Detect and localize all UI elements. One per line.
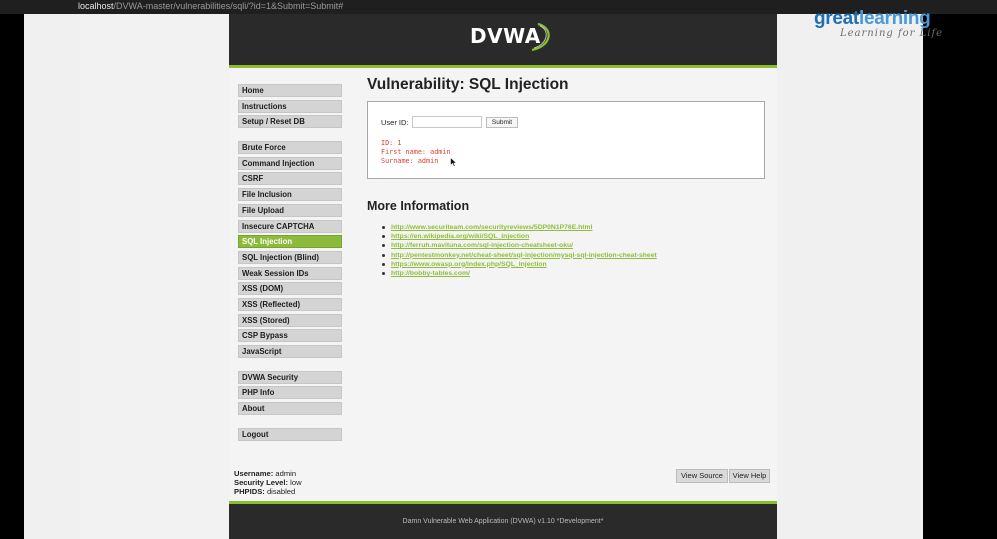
menu-item-insecure-captcha[interactable]: Insecure CAPTCHA [238,219,342,233]
reference-link-item: https://en.wikipedia.org/wiki/SQL_inject… [381,232,657,241]
reference-link[interactable]: http://ferruh.mavituna.com/sql-injection… [391,242,573,249]
menu-item-xss-reflected[interactable]: XSS (Reflected) [238,297,342,311]
menu-item-dvwa-security[interactable]: DVWA Security [238,370,342,384]
status-username: Username: admin [234,469,297,478]
browser-page: DVWA Home Instructions Setup / Reset DB Bru… [24,14,923,539]
menu-item-csrf[interactable]: CSRF [238,172,342,186]
menu-item-command-injection[interactable]: Command Injection [238,156,342,170]
menu-item-instructions[interactable]: Instructions [238,99,342,113]
screen-edge-right [923,14,997,539]
status-security-level: Security Level: low [234,478,302,488]
reference-link[interactable]: http://bobby-tables.com/ [391,270,470,277]
dvwa-container: DVWA Home Instructions Setup / Reset DB Bru… [229,14,777,539]
menu-item-xss-stored[interactable]: XSS (Stored) [238,313,342,327]
menu-item-file-inclusion[interactable]: File Inclusion [238,188,342,202]
dvwa-logo: DVWA [470,22,550,58]
page-footer: Damn Vulnerable Web Application (DVWA) v… [229,501,777,539]
menu-item-javascript[interactable]: JavaScript [238,345,342,358]
reference-link[interactable]: https://www.owasp.org/index.php/SQL_Inje… [391,261,547,268]
query-result: ID: 1 First name: admin Surname: admin [381,139,451,166]
page-margin-left [24,14,80,539]
result-surname: Surname: admin [381,157,439,165]
view-source-button[interactable]: View Source [676,469,728,483]
menu-item-sql-injection-blind[interactable]: SQL Injection (Blind) [238,250,342,264]
menu-item-sql-injection[interactable]: SQL Injection [238,235,342,249]
address-url[interactable]: localhost/DVWA-master/vulnerabilities/sq… [78,1,343,11]
menu-divider [238,418,342,428]
menu-divider [238,131,342,141]
status-phpids: PHPIDS: disabled [234,487,296,497]
menu-item-logout[interactable]: Logout [238,427,342,441]
reference-link-item: https://www.owasp.org/index.php/SQL_Inje… [381,260,657,269]
reference-link[interactable]: http://www.securiteam.com/securityreview… [391,224,592,231]
main-menu: Home Instructions Setup / Reset DB Brute Fo… [238,84,342,443]
vulnerable-code-area: User ID: Submit ID: 1 First name: admin Su… [367,101,765,179]
more-information-heading: More Information [367,199,470,213]
menu-item-php-info[interactable]: PHP Info [238,386,342,400]
result-id: ID: 1 [381,139,402,147]
page-title: Vulnerability: SQL Injection [367,76,569,93]
menu-item-xss-dom[interactable]: XSS (DOM) [238,282,342,296]
view-help-button[interactable]: View Help [729,469,770,483]
menu-item-brute-force[interactable]: Brute Force [238,141,342,155]
userid-input[interactable] [412,116,482,128]
menu-divider [238,361,342,371]
reference-link-item: http://pentestmonkey.net/cheat-sheet/sql… [381,251,657,260]
logo-swoosh-icon [531,22,550,52]
menu-item-home[interactable]: Home [238,84,342,97]
main-body: Vulnerability: SQL Injection User ID: Su… [367,76,767,277]
reference-link-item: http://ferruh.mavituna.com/sql-injection… [381,241,657,250]
menu-item-file-upload[interactable]: File Upload [238,203,342,217]
userid-label: User ID: [381,118,409,127]
page-header: DVWA [229,14,777,68]
reference-link[interactable]: http://pentestmonkey.net/cheat-sheet/sql… [391,252,657,259]
reference-link-item: http://www.securiteam.com/securityreview… [381,223,657,232]
page-margin-right [776,14,923,539]
screen: localhost/DVWA-master/vulnerabilities/sq… [0,0,997,539]
watermark-tagline: Learning for Life [840,28,944,39]
menu-item-csp-bypass[interactable]: CSP Bypass [238,329,342,343]
mouse-cursor-icon [450,157,457,167]
session-status: Username: admin Security Level: low PHPI… [234,469,302,497]
watermark-brand: greatlearning [814,8,931,29]
menu-item-weak-session-ids[interactable]: Weak Session IDs [238,266,342,280]
reference-link-item: http://bobby-tables.com/ [381,269,657,278]
reference-link[interactable]: https://en.wikipedia.org/wiki/SQL_inject… [391,233,529,240]
footer-text: Damn Vulnerable Web Application (DVWA) v… [402,518,604,525]
greatlearning-watermark: greatlearning Learning for Life [814,8,974,39]
result-first-name: First name: admin [381,148,451,156]
reference-link-list: http://www.securiteam.com/securityreview… [381,223,657,278]
screen-edge-left [0,14,24,539]
menu-item-about[interactable]: About [238,402,342,416]
menu-item-setup-reset-db[interactable]: Setup / Reset DB [238,115,342,129]
submit-button[interactable]: Submit [486,117,518,128]
